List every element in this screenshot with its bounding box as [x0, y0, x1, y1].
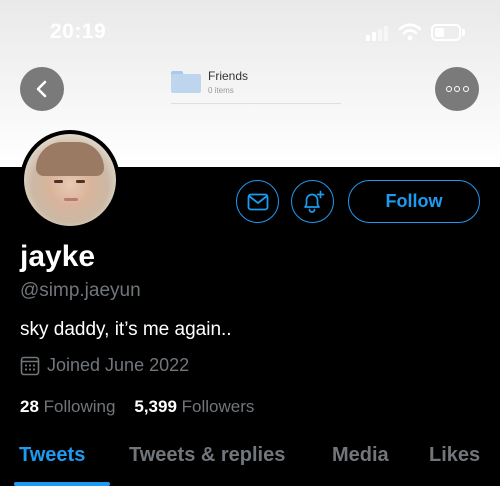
join-date: Joined June 2022: [20, 355, 189, 376]
cellular-signal-icon: [366, 25, 392, 41]
back-chevron-icon: [36, 80, 47, 98]
following-link[interactable]: 28 Following: [20, 397, 120, 416]
folder-name: Friends: [208, 69, 249, 83]
follow-stats: 28 Following 5,399 Followers: [20, 397, 254, 417]
followers-label: Followers: [181, 397, 255, 416]
join-date-text: Joined June 2022: [47, 355, 190, 375]
follow-button[interactable]: Follow: [348, 180, 480, 223]
message-button[interactable]: [236, 180, 279, 223]
profile-tabs: Tweets Tweets & replies Media Likes: [0, 440, 500, 486]
tab-tweets-replies[interactable]: Tweets & replies: [129, 444, 285, 467]
more-dots-icon: [445, 86, 469, 92]
folder-icon: [171, 71, 201, 93]
more-options-button[interactable]: [435, 67, 479, 111]
tab-likes[interactable]: Likes: [429, 444, 480, 467]
following-count: 28: [20, 397, 39, 416]
tab-tweets[interactable]: Tweets: [19, 444, 85, 467]
display-name: jayke: [20, 240, 96, 273]
mail-icon: [247, 193, 268, 210]
calendar-icon: [20, 356, 40, 375]
avatar[interactable]: [20, 130, 120, 230]
user-handle: @simp.jaeyun: [20, 280, 141, 301]
bell-plus-icon: [303, 190, 324, 213]
followers-link[interactable]: 5,399 Followers: [134, 397, 254, 416]
divider: [171, 103, 341, 104]
profile-bio: sky daddy, it’s me again..: [20, 319, 232, 340]
back-button[interactable]: [20, 67, 64, 111]
notifications-button[interactable]: [291, 180, 334, 223]
avatar-photo: [24, 134, 116, 226]
following-label: Following: [43, 397, 116, 416]
wifi-icon: [398, 23, 422, 41]
tab-media[interactable]: Media: [332, 444, 389, 467]
followers-count: 5,399: [134, 397, 177, 416]
active-tab-indicator: [14, 482, 110, 486]
status-time: 20:19: [50, 20, 107, 43]
folder-item-count: 0 items: [208, 86, 234, 95]
battery-icon: [431, 24, 461, 41]
battery-cap: [462, 29, 465, 36]
